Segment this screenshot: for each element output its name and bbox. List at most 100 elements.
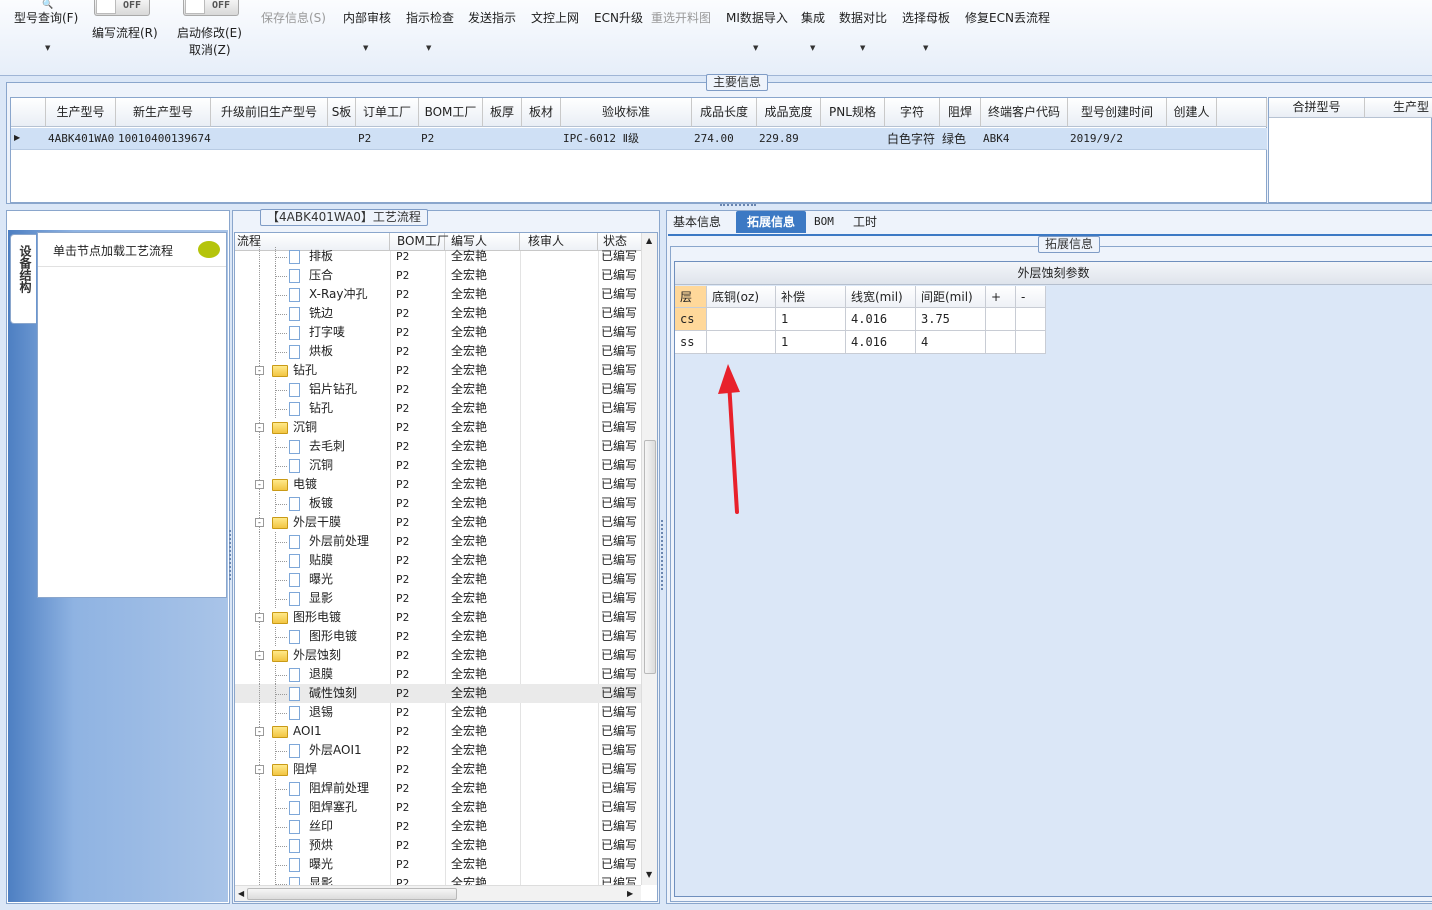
cell-compensation[interactable]: 1: [776, 331, 846, 354]
process-tree-row[interactable]: 退锡 P2 全宏艳 已编写: [235, 703, 641, 722]
device-tree[interactable]: 单击节点加载工艺流程: [37, 232, 227, 598]
chevron-down-icon[interactable]: ▼: [45, 44, 50, 52]
process-tree-row[interactable]: - 外层蚀刻 P2 全宏艳 已编写: [235, 646, 641, 665]
start-modify-toggle[interactable]: OFF: [183, 0, 239, 16]
main-col-header[interactable]: 板厚: [483, 98, 522, 127]
data-compare-button[interactable]: 数据对比: [839, 9, 887, 26]
mi-data-import-button[interactable]: MI数据导入: [726, 9, 788, 26]
process-tree-row[interactable]: 图形电镀 P2 全宏艳 已编写: [235, 627, 641, 646]
collapse-toggle-icon[interactable]: -: [255, 518, 264, 527]
main-cell[interactable]: 绿色: [942, 128, 981, 150]
process-tree-row[interactable]: - 阻焊 P2 全宏艳 已编写: [235, 760, 641, 779]
main-cell[interactable]: 10010400139674: [118, 128, 211, 150]
chevron-down-icon[interactable]: ▼: [363, 44, 368, 52]
scroll-up-icon[interactable]: ▲: [646, 236, 652, 245]
process-tree-row[interactable]: X-Ray冲孔 P2 全宏艳 已编写: [235, 285, 641, 304]
cell-add[interactable]: [986, 331, 1016, 354]
main-cell[interactable]: [485, 128, 522, 150]
cell-base-copper[interactable]: [707, 308, 776, 331]
cell-layer[interactable]: ss: [675, 331, 707, 354]
write-flow-toggle[interactable]: OFF: [94, 0, 150, 16]
main-col-header[interactable]: 成品宽度: [757, 98, 821, 127]
col-spacing[interactable]: 间距(mil): [916, 286, 986, 308]
integrate-button[interactable]: 集成: [801, 9, 825, 26]
tab-bom[interactable]: BOM: [814, 211, 834, 233]
process-tree-row[interactable]: 阻焊前处理 P2 全宏艳 已编写: [235, 779, 641, 798]
vertical-scrollbar[interactable]: ▲ ▼: [641, 233, 657, 885]
process-tree-row[interactable]: 铝片钻孔 P2 全宏艳 已编写: [235, 380, 641, 399]
chevron-down-icon[interactable]: ▼: [753, 44, 758, 52]
process-tree-row[interactable]: 去毛刺 P2 全宏艳 已编写: [235, 437, 641, 456]
collapse-toggle-icon[interactable]: -: [255, 727, 264, 736]
main-col-header[interactable]: S板: [328, 98, 356, 127]
process-tree-row[interactable]: 板镀 P2 全宏艳 已编写: [235, 494, 641, 513]
cell-spacing[interactable]: 4: [916, 331, 986, 354]
tab-extended-info[interactable]: 拓展信息: [736, 211, 806, 233]
cell-layer[interactable]: cs: [675, 308, 707, 331]
main-cell[interactable]: 2019/9/2: [1070, 128, 1167, 150]
cell-compensation[interactable]: 1: [776, 308, 846, 331]
process-tree-row[interactable]: 曝光 P2 全宏艳 已编写: [235, 855, 641, 874]
process-tree-row[interactable]: - 沉铜 P2 全宏艳 已编写: [235, 418, 641, 437]
process-tree-row[interactable]: 钻孔 P2 全宏艳 已编写: [235, 399, 641, 418]
process-tree-row[interactable]: 退膜 P2 全宏艳 已编写: [235, 665, 641, 684]
main-col-header[interactable]: 验收标准: [561, 98, 692, 127]
process-tree-row[interactable]: 外层前处理 P2 全宏艳 已编写: [235, 532, 641, 551]
collapse-toggle-icon[interactable]: -: [255, 765, 264, 774]
process-tree-row[interactable]: 铣边 P2 全宏艳 已编写: [235, 304, 641, 323]
process-tree[interactable]: 流程 BOM工厂 编写人 核审人 状态 排板 P2 全宏艳 已编写 压合 P2 全宏艳 已编写…: [234, 232, 658, 902]
repair-ecn-flow-button[interactable]: 修复ECN丢流程: [965, 9, 1050, 26]
scroll-down-icon[interactable]: ▼: [646, 870, 652, 879]
main-col-header[interactable]: 升级前旧生产型号: [211, 98, 328, 127]
cell-base-copper[interactable]: [707, 331, 776, 354]
process-tree-row[interactable]: 烘板 P2 全宏艳 已编写: [235, 342, 641, 361]
main-cell[interactable]: 274.00: [694, 128, 757, 150]
main-col-header[interactable]: PNL规格: [821, 98, 885, 127]
scroll-thumb[interactable]: [247, 888, 457, 900]
col-base-copper[interactable]: 底铜(oz): [707, 286, 776, 308]
process-tree-row[interactable]: 排板 P2 全宏艳 已编写: [235, 247, 641, 266]
main-cell[interactable]: [823, 128, 885, 150]
send-instruction-button[interactable]: 发送指示: [468, 9, 516, 26]
process-tree-row[interactable]: - 钻孔 P2 全宏艳 已编写: [235, 361, 641, 380]
collapse-toggle-icon[interactable]: -: [255, 480, 264, 489]
col-add-button[interactable]: +: [986, 286, 1016, 308]
main-col-header[interactable]: 新生产型号: [116, 98, 211, 127]
main-cell[interactable]: 白色字符: [887, 128, 940, 150]
instruction-check-button[interactable]: 指示检查: [406, 9, 454, 26]
cell-add[interactable]: [986, 308, 1016, 331]
collapse-toggle-icon[interactable]: -: [255, 651, 264, 660]
process-tree-row[interactable]: 压合 P2 全宏艳 已编写: [235, 266, 641, 285]
main-col-header[interactable]: 生产型号: [46, 98, 116, 127]
chevron-down-icon[interactable]: ▼: [426, 44, 431, 52]
main-col-header[interactable]: 阻焊: [940, 98, 981, 127]
process-tree-row[interactable]: - 电镀 P2 全宏艳 已编写: [235, 475, 641, 494]
collapse-toggle-icon[interactable]: -: [255, 366, 264, 375]
tab-basic-info[interactable]: 基本信息: [673, 211, 721, 233]
process-tree-row[interactable]: 打字唛 P2 全宏艳 已编写: [235, 323, 641, 342]
splitter-grip[interactable]: [720, 204, 756, 208]
start-modify-button[interactable]: 启动修改(E): [177, 24, 242, 41]
process-tree-row[interactable]: 贴膜 P2 全宏艳 已编写: [235, 551, 641, 570]
main-cell[interactable]: [330, 128, 356, 150]
main-col-header[interactable]: 创建人: [1167, 98, 1217, 127]
main-cell[interactable]: [524, 128, 561, 150]
table-row[interactable]: ▶ 4ABK401WA0 10010400139674 P2 P2 IPC-6012 Ⅱ…: [11, 128, 1267, 150]
process-tree-row[interactable]: 沉铜 P2 全宏艳 已编写: [235, 456, 641, 475]
process-tree-row[interactable]: 阻焊塞孔 P2 全宏艳 已编写: [235, 798, 641, 817]
cell-line-width[interactable]: 4.016: [846, 331, 916, 354]
model-query-button[interactable]: 型号查询(F): [14, 9, 78, 26]
scroll-left-icon[interactable]: ◀: [238, 889, 244, 898]
main-cell[interactable]: [213, 128, 328, 150]
save-info-button[interactable]: 保存信息(S): [261, 9, 326, 26]
main-col-header[interactable]: 板材: [522, 98, 561, 127]
process-tree-row[interactable]: - 外层干膜 P2 全宏艳 已编写: [235, 513, 641, 532]
main-cell[interactable]: P2: [358, 128, 419, 150]
main-cell[interactable]: ABK4: [983, 128, 1068, 150]
process-tree-row[interactable]: - 图形电镀 P2 全宏艳 已编写: [235, 608, 641, 627]
cell-remove[interactable]: [1016, 331, 1046, 354]
splitter-grip[interactable]: [661, 520, 664, 590]
main-cell[interactable]: 4ABK401WA0: [48, 128, 116, 150]
col-remove-button[interactable]: -: [1016, 286, 1046, 308]
tab-work-hours[interactable]: 工时: [853, 211, 877, 233]
